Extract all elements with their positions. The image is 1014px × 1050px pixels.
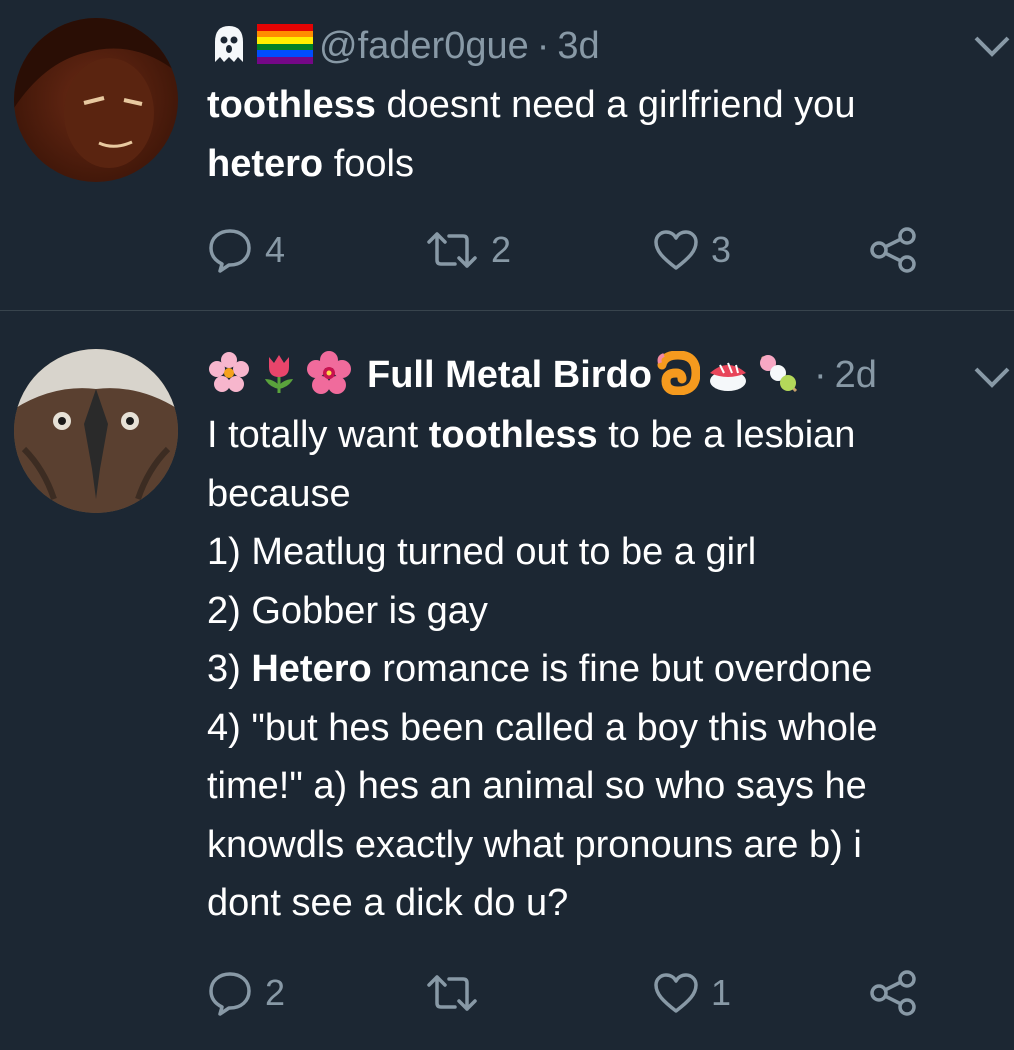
tweet-actions: 2 1: [207, 963, 927, 1023]
text-line: I totally want toothless to be a lesbian: [207, 406, 1007, 465]
tweet-actions: 4 2 3: [207, 220, 927, 280]
cherry-blossom-icon: [207, 351, 251, 400]
reply-count: 4: [265, 229, 286, 270]
share-button[interactable]: [869, 963, 917, 1023]
display-name[interactable]: Full Metal Birdo: [367, 354, 652, 397]
text-line: 3) Hetero romance is fine but overdone: [207, 640, 1007, 699]
tweet-text: I totally want toothless to be a lesbian…: [207, 406, 1007, 933]
text-part: romance is fine but overdone: [371, 648, 873, 690]
bold-word: toothless: [428, 414, 598, 456]
retweet-count: 2: [491, 229, 512, 270]
timestamp[interactable]: 2d: [835, 354, 877, 397]
bold-word: toothless: [207, 84, 376, 126]
text-line: 1) Meatlug turned out to be a girl: [207, 531, 757, 573]
text-part: to be a lesbian: [597, 414, 856, 456]
text-part: doesnt need a girlfriend you: [375, 84, 856, 126]
shrimp-icon: [656, 349, 701, 400]
like-icon: [653, 972, 699, 1014]
text-line: because: [207, 472, 351, 515]
share-icon: [869, 227, 917, 273]
tweet[interactable]: Full Metal Birdo · 2d I totally want too…: [0, 311, 1014, 1050]
reply-button[interactable]: 4: [207, 220, 285, 280]
bold-word: Hetero: [251, 648, 372, 690]
like-count: 3: [711, 229, 732, 270]
text-part: I totally want: [207, 414, 429, 456]
retweet-icon: [425, 230, 479, 270]
handle[interactable]: @fader0gue: [319, 25, 529, 68]
rainbow-flag-icon: [257, 23, 313, 69]
separator-dot: ·: [536, 24, 550, 67]
timestamp[interactable]: 3d: [557, 25, 599, 68]
hibiscus-icon: [307, 350, 351, 400]
tweet[interactable]: @fader0gue · 3d toothless doesnt need a …: [0, 0, 1014, 310]
text-line: knowdls exactly what pronouns are b) i: [207, 823, 862, 866]
retweet-button[interactable]: 2: [425, 220, 511, 280]
text-line: hetero fools: [207, 135, 1007, 194]
reply-icon: [207, 970, 253, 1016]
caret-down-icon[interactable]: [970, 363, 1014, 393]
text-line: time!" a) hes an animal so who says he: [207, 765, 867, 807]
like-button[interactable]: 1: [653, 963, 731, 1023]
tulip-icon: [257, 351, 301, 400]
text-line: 4) "but hes been called a boy this whole: [207, 706, 878, 749]
like-count: 1: [711, 972, 732, 1013]
tweet-text: toothless doesnt need a girlfriend you h…: [207, 76, 1007, 193]
avatar[interactable]: [14, 349, 178, 513]
tweet-header: @fader0gue · 3d: [207, 20, 600, 72]
separator-dot: ·: [814, 353, 827, 396]
retweet-icon: [425, 973, 479, 1013]
text-line: toothless doesnt need a girlfriend you: [207, 76, 1007, 135]
text-part: fools: [323, 142, 414, 185]
share-button[interactable]: [869, 220, 917, 280]
share-icon: [869, 970, 917, 1016]
avatar[interactable]: [14, 18, 178, 182]
text-part: 3): [207, 648, 252, 690]
ghost-icon: [207, 22, 251, 71]
reply-button[interactable]: 2: [207, 963, 285, 1023]
retweet-button[interactable]: [425, 963, 491, 1023]
like-icon: [653, 229, 699, 271]
tweet-header: Full Metal Birdo · 2d: [207, 349, 877, 401]
sushi-icon: [706, 351, 750, 400]
reply-count: 2: [265, 972, 286, 1013]
bold-word: hetero: [207, 142, 324, 185]
like-button[interactable]: 3: [653, 220, 731, 280]
caret-down-icon[interactable]: [970, 32, 1014, 62]
text-line: 2) Gobber is gay: [207, 589, 488, 632]
reply-icon: [207, 227, 253, 273]
text-line: dont see a dick do u?: [207, 882, 569, 924]
dango-icon: [756, 351, 800, 400]
